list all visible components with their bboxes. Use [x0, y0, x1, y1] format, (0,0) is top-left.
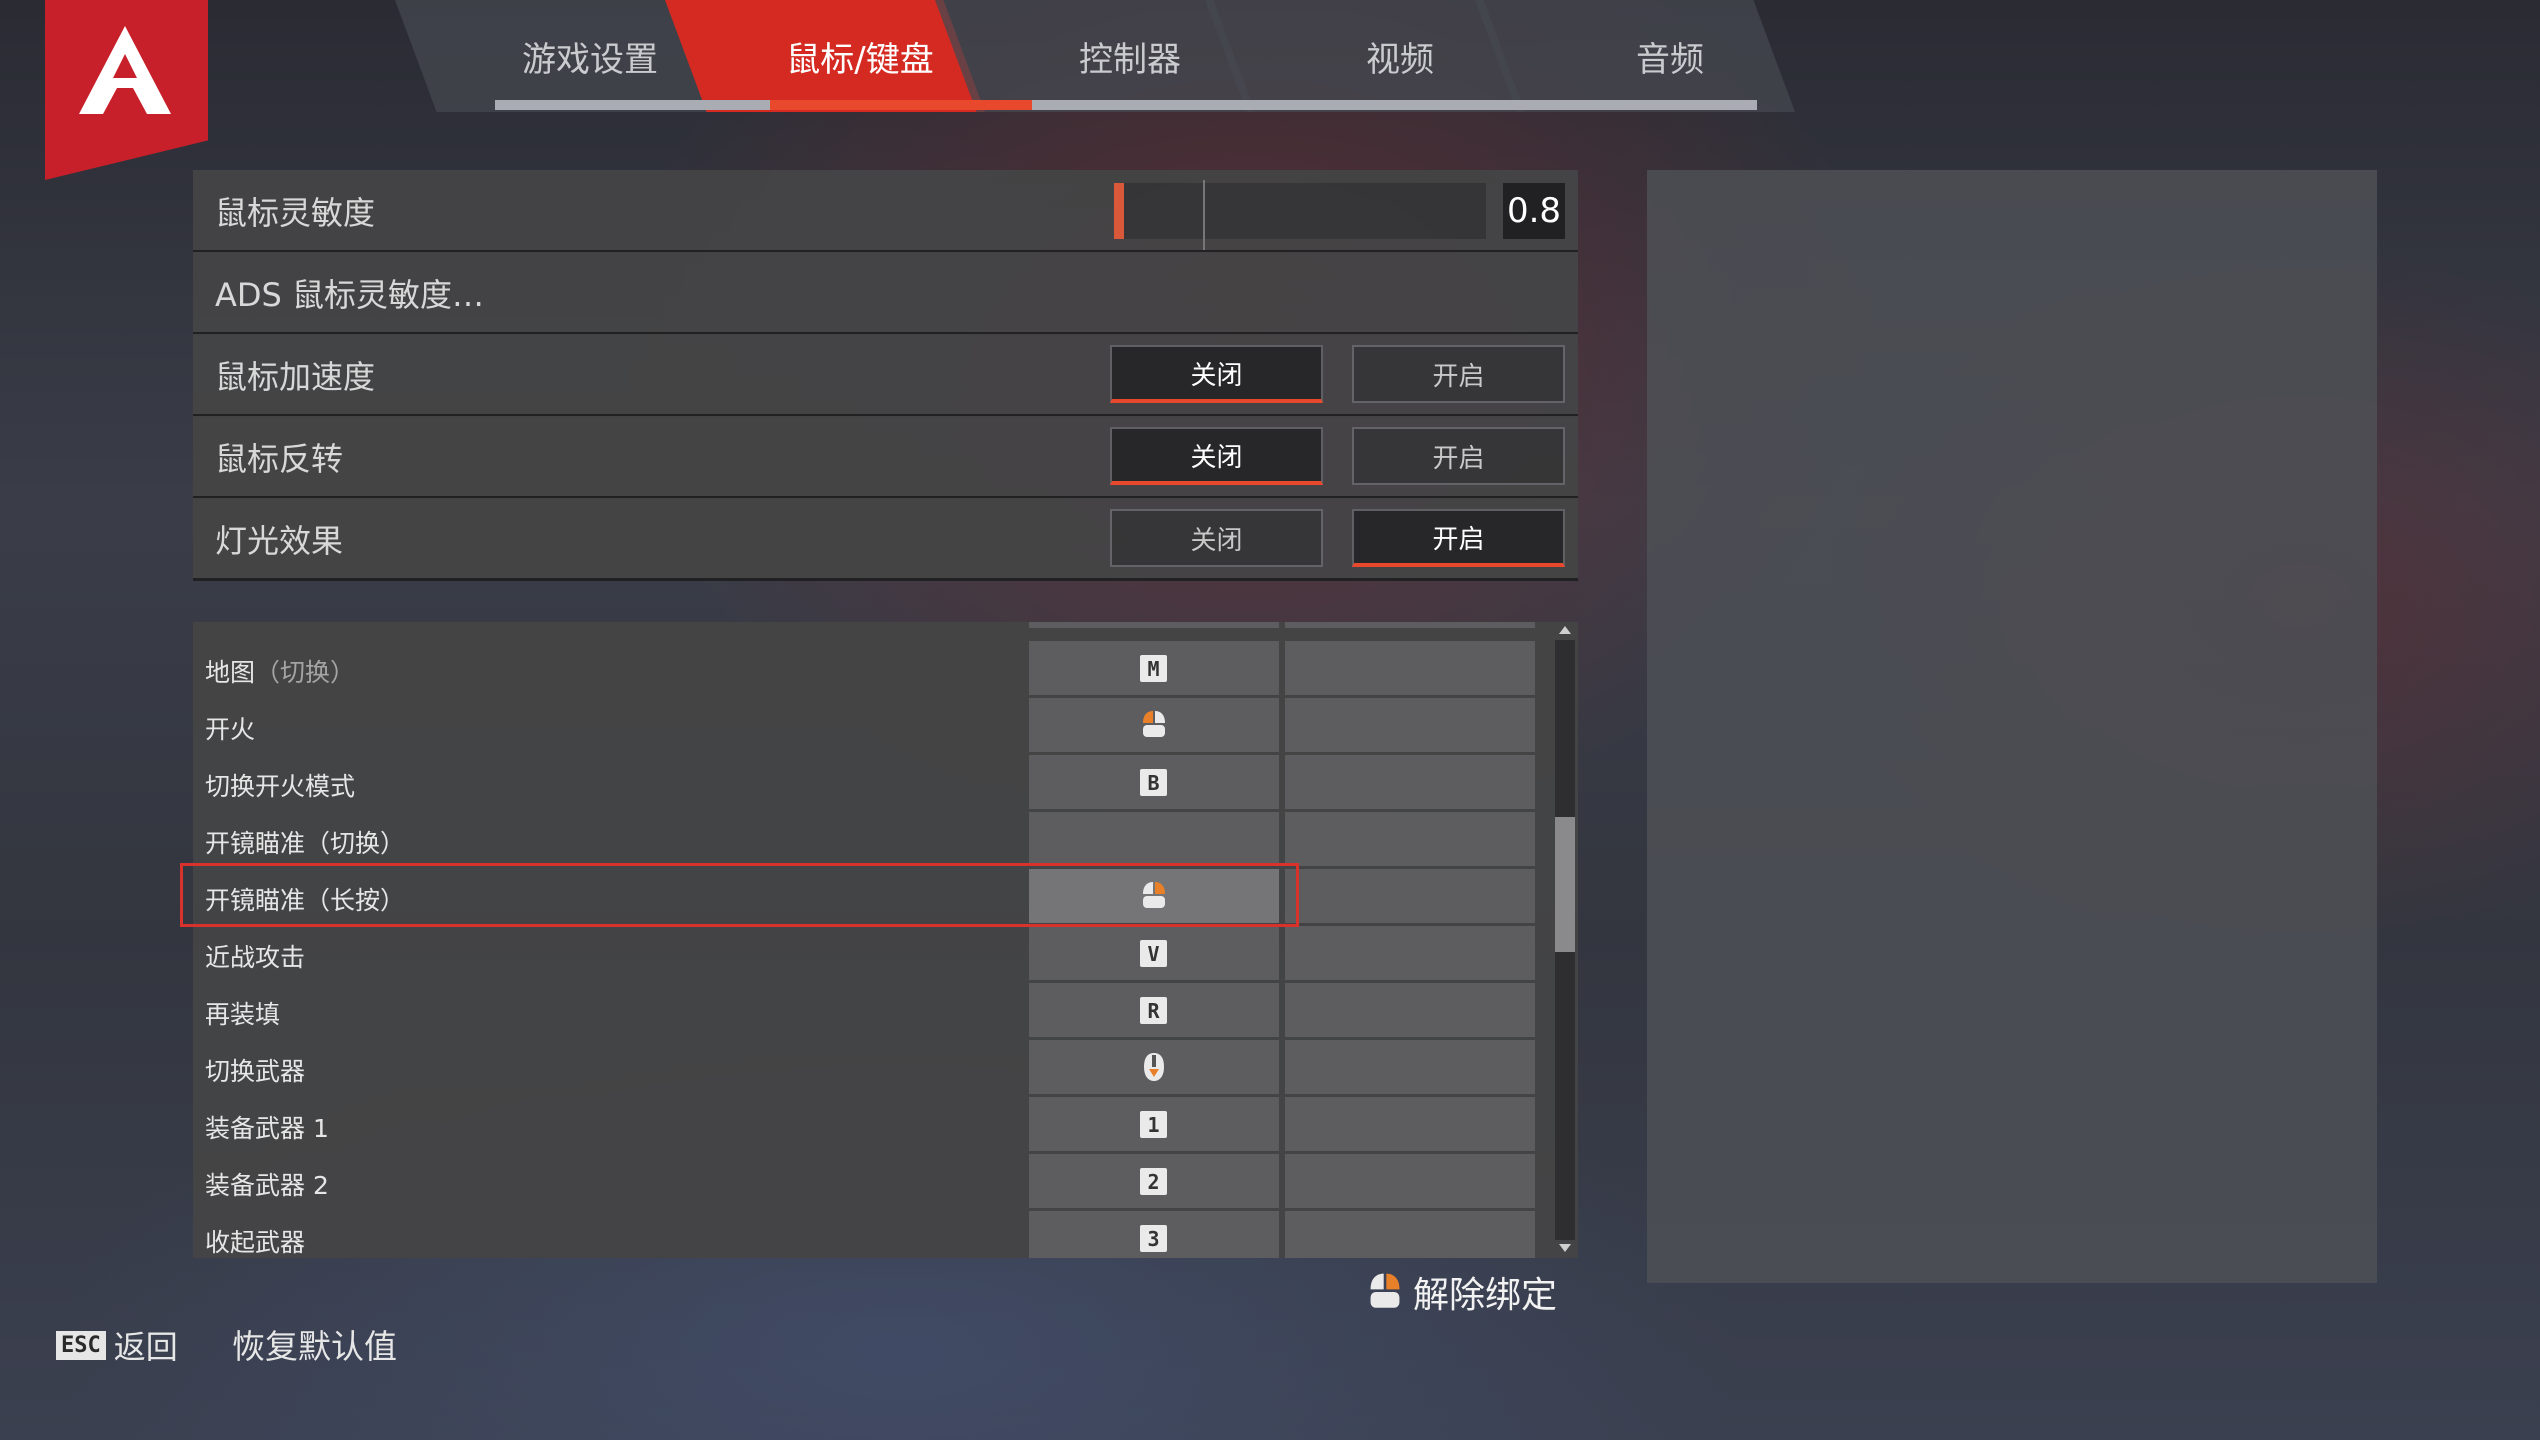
esc-key-icon: ESC	[56, 1330, 106, 1360]
setting-row-mouse-acceleration: 鼠标加速度 关闭 开启	[193, 334, 1578, 417]
restore-defaults-button[interactable]: 恢复默认值	[232, 1320, 397, 1368]
invert-on-button[interactable]: 开启	[1352, 427, 1565, 485]
selection-highlight	[180, 863, 1299, 927]
setting-label: 鼠标反转	[215, 440, 344, 478]
unbind-hint[interactable]: 解除绑定	[1365, 1266, 1557, 1318]
setting-row-ads-sensitivity[interactable]: ADS 鼠标灵敏度…	[193, 252, 1578, 335]
sensitivity-value: 0.8	[1503, 183, 1565, 239]
binding-name: 切换开火模式	[205, 772, 356, 801]
table-row-melee[interactable]: 近战攻击 V	[193, 926, 1578, 983]
setting-label: 鼠标灵敏度	[215, 194, 376, 232]
binding-name: 开镜瞄准（切换）	[205, 829, 406, 858]
sensitivity-slider-tick	[1203, 180, 1205, 250]
scroll-thumb[interactable]	[1555, 817, 1575, 952]
primary-key-slot[interactable]	[1029, 812, 1279, 866]
apex-logo	[45, 0, 208, 180]
binding-name: 地图（切换）	[205, 658, 356, 687]
mouse-left-icon	[1143, 711, 1165, 737]
secondary-key-slot[interactable]	[1285, 926, 1535, 980]
setting-row-mouse-invert: 鼠标反转 关闭 开启	[193, 416, 1578, 499]
invert-off-button[interactable]: 关闭	[1110, 427, 1323, 485]
key-cap: R	[1140, 997, 1167, 1024]
table-row-equip-weapon-1[interactable]: 装备武器 1 1	[193, 1097, 1578, 1154]
mouse-right-icon	[1370, 1273, 1400, 1308]
setting-label: 鼠标加速度	[215, 358, 376, 396]
setting-row-lighting: 灯光效果 关闭 开启	[193, 498, 1578, 581]
secondary-key-slot[interactable]	[1285, 698, 1535, 752]
key-cap: V	[1140, 940, 1167, 967]
binding-name: 切换武器	[205, 1057, 306, 1086]
table-row-ads-toggle[interactable]: 开镜瞄准（切换）	[193, 812, 1578, 869]
tab-audio[interactable]: 音频	[1535, 0, 1805, 112]
binding-name: 近战攻击	[205, 943, 306, 972]
setting-label: 灯光效果	[215, 522, 344, 560]
key-cap: 1	[1140, 1111, 1167, 1138]
binding-name: 装备武器 1	[205, 1114, 329, 1143]
apex-logo-icon	[79, 26, 171, 114]
binding-name: 收起武器	[205, 1228, 306, 1257]
keybind-scrollbar[interactable]	[1553, 622, 1578, 1258]
primary-key-slot[interactable]: 3	[1029, 1211, 1279, 1258]
tab-label: 音频	[1636, 39, 1704, 80]
binding-name: 装备武器 2	[205, 1171, 329, 1200]
tab-label: 视频	[1366, 39, 1434, 80]
table-row-switch-weapon[interactable]: 切换武器	[193, 1040, 1578, 1097]
tab-controller[interactable]: 控制器	[995, 0, 1265, 112]
sensitivity-slider-fill	[1114, 183, 1124, 239]
secondary-key-slot[interactable]	[1285, 641, 1535, 695]
acceleration-on-button[interactable]: 开启	[1352, 345, 1565, 403]
unbind-label: 解除绑定	[1413, 1275, 1558, 1316]
primary-key-slot[interactable]	[1029, 622, 1279, 628]
key-cap: B	[1140, 769, 1167, 796]
tab-label: 控制器	[1079, 39, 1181, 80]
secondary-key-slot[interactable]	[1285, 1211, 1535, 1258]
back-label: 返回	[113, 1328, 178, 1366]
key-cap: M	[1140, 655, 1167, 682]
secondary-key-slot[interactable]	[1285, 622, 1535, 628]
key-cap: 2	[1140, 1168, 1167, 1195]
tab-game-settings[interactable]: 游戏设置	[455, 0, 725, 112]
primary-key-slot[interactable]: R	[1029, 983, 1279, 1037]
setting-label: ADS 鼠标灵敏度…	[215, 276, 485, 314]
table-row-holster[interactable]: 收起武器 3	[193, 1211, 1578, 1258]
table-row-partial	[193, 622, 1578, 631]
secondary-key-slot[interactable]	[1285, 983, 1535, 1037]
keybind-list: 地图（切换） M 开火 切换开火模式 B 开镜瞄准（切换） 开镜瞄准（长按） 近…	[193, 622, 1578, 1258]
primary-key-slot[interactable]	[1029, 1040, 1279, 1094]
binding-name: 开火	[205, 715, 256, 744]
secondary-key-slot[interactable]	[1285, 869, 1535, 923]
secondary-key-slot[interactable]	[1285, 812, 1535, 866]
lighting-off-button[interactable]: 关闭	[1110, 509, 1323, 567]
primary-key-slot[interactable]: 1	[1029, 1097, 1279, 1151]
table-row-map[interactable]: 地图（切换） M	[193, 641, 1578, 698]
scroll-down-icon[interactable]	[1557, 1242, 1573, 1254]
tab-label: 游戏设置	[522, 39, 658, 80]
primary-key-slot[interactable]	[1029, 698, 1279, 752]
secondary-key-slot[interactable]	[1285, 1097, 1535, 1151]
table-row-fire[interactable]: 开火	[193, 698, 1578, 755]
acceleration-off-button[interactable]: 关闭	[1110, 345, 1323, 403]
tab-label: 鼠标/键盘	[786, 39, 934, 80]
primary-key-slot[interactable]: M	[1029, 641, 1279, 695]
lighting-on-button[interactable]: 开启	[1352, 509, 1565, 567]
table-row-equip-weapon-2[interactable]: 装备武器 2 2	[193, 1154, 1578, 1211]
table-row-fire-mode[interactable]: 切换开火模式 B	[193, 755, 1578, 812]
primary-key-slot[interactable]: B	[1029, 755, 1279, 809]
mouse-wheel-down-icon	[1144, 1053, 1164, 1081]
binding-name: 再装填	[205, 1000, 281, 1029]
primary-key-slot[interactable]: V	[1029, 926, 1279, 980]
tab-mouse-keyboard[interactable]: 鼠标/键盘	[725, 0, 995, 112]
secondary-key-slot[interactable]	[1285, 1154, 1535, 1208]
scroll-up-icon[interactable]	[1557, 624, 1573, 636]
tab-video[interactable]: 视频	[1265, 0, 1535, 112]
key-cap: 3	[1140, 1225, 1167, 1252]
primary-key-slot[interactable]: 2	[1029, 1154, 1279, 1208]
secondary-key-slot[interactable]	[1285, 1040, 1535, 1094]
top-nav: 游戏设置 鼠标/键盘 控制器 视频 音频	[395, 0, 1845, 112]
table-row-reload[interactable]: 再装填 R	[193, 983, 1578, 1040]
description-panel	[1647, 170, 2377, 1283]
sensitivity-slider[interactable]	[1114, 183, 1486, 239]
back-button[interactable]: ESC 返回	[56, 1322, 178, 1368]
secondary-key-slot[interactable]	[1285, 755, 1535, 809]
